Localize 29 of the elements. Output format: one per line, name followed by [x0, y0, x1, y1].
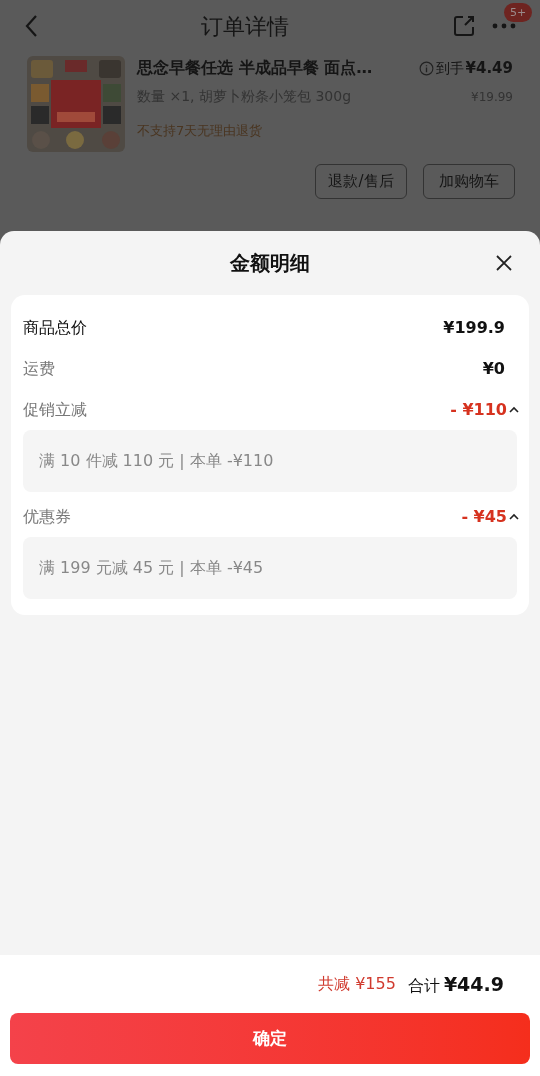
total-amount: ¥44.9 — [443, 971, 504, 997]
page-title: 订单详情 — [200, 12, 290, 41]
sheet-title: 金额明细 — [230, 250, 310, 277]
more-icon[interactable] — [492, 23, 516, 29]
fee-label: 商品总价 — [23, 316, 87, 339]
fee-value: ¥199.9 — [443, 316, 505, 339]
action-button[interactable]: 退款/售后 — [315, 164, 407, 199]
discount-toggle[interactable]: - ¥45 — [461, 504, 519, 529]
fee-label: 促销立减 — [23, 398, 87, 421]
fee-value: ¥0 — [482, 357, 505, 380]
fee-label: 优惠券 — [23, 505, 71, 528]
final-price: ¥4.49 — [465, 57, 513, 79]
final-price-label: 到手 — [435, 58, 464, 78]
close-icon[interactable] — [495, 254, 513, 272]
action-button[interactable]: 加购物车 — [423, 164, 515, 199]
notification-badge: 5+ — [504, 3, 533, 22]
back-icon[interactable] — [24, 14, 38, 38]
fee-label: 运费 — [23, 357, 55, 380]
share-icon[interactable] — [452, 14, 476, 38]
confirm-button[interactable]: 确定 — [10, 1013, 530, 1064]
caret-up-icon — [509, 513, 519, 520]
product-title[interactable]: 思念早餐任选 半成品早餐 面点… — [137, 56, 373, 80]
total-label: 合计 — [407, 974, 440, 997]
discount-toggle[interactable]: - ¥110 — [450, 397, 519, 422]
info-icon[interactable] — [418, 60, 434, 76]
saved-amount: 共减 ¥155 — [318, 973, 396, 995]
discount-detail: 满 10 件减 110 元 | 本单 -¥110 — [23, 430, 517, 492]
discount-detail: 满 199 元减 45 元 | 本单 -¥45 — [23, 537, 517, 599]
caret-up-icon — [509, 406, 519, 413]
